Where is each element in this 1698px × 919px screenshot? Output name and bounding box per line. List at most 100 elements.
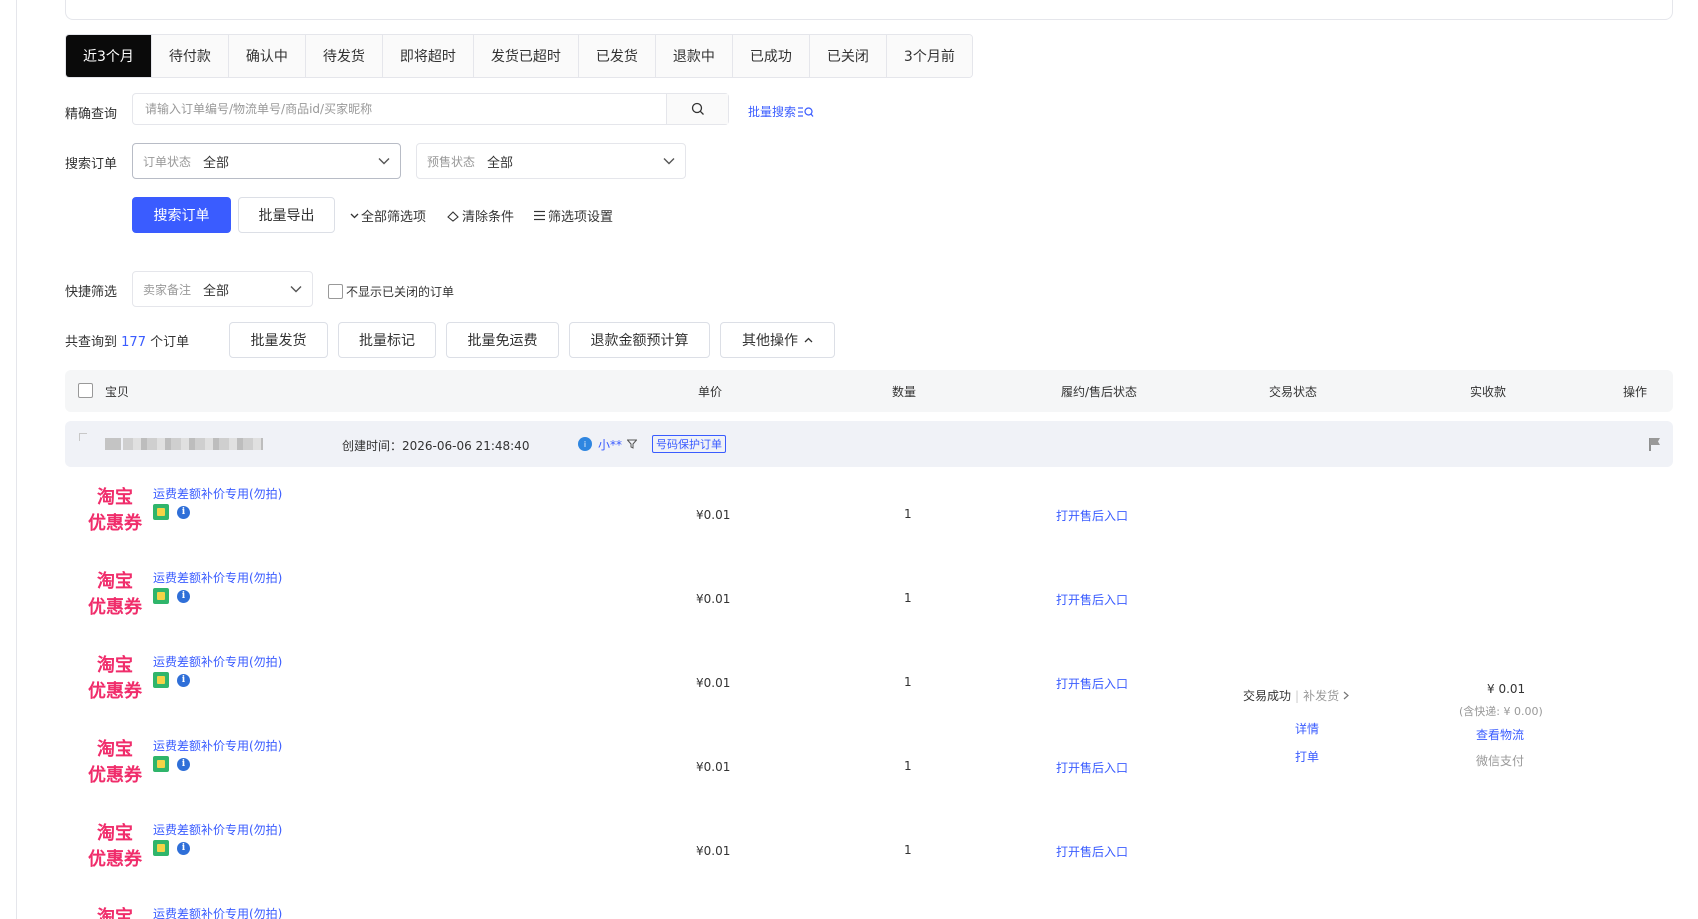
resend-link[interactable]: 补发货 <box>1303 687 1339 704</box>
product-row: 淘宝 优惠券 运费差额补价专用(勿拍) i ¥0.01 1 打开售后入口 <box>65 645 1673 729</box>
search-icon <box>691 102 704 115</box>
seller-note-value: 全部 <box>203 283 230 299</box>
product-icons: i <box>153 672 190 688</box>
filter-settings-link[interactable]: 筛选项设置 <box>533 206 613 225</box>
unit-price: ¥0.01 <box>696 760 731 774</box>
quantity: 1 <box>904 675 912 689</box>
eraser-icon <box>447 210 459 222</box>
print-link[interactable]: 打单 <box>1295 748 1319 765</box>
flag-icon[interactable] <box>1648 437 1662 452</box>
top-card-edge <box>65 0 1673 20</box>
batch-export-button[interactable]: 批量导出 <box>238 197 335 233</box>
batch-mark-button[interactable]: 批量标记 <box>338 322 436 358</box>
taobao-coupon-image[interactable]: 淘宝 优惠券 <box>83 821 147 873</box>
header-trade: 交易状态 <box>1269 385 1318 399</box>
chevron-down-icon <box>290 286 302 293</box>
after-sale-link[interactable]: 打开售后入口 <box>1056 591 1128 608</box>
info-icon[interactable]: i <box>177 757 190 771</box>
taobao-coupon-image[interactable]: 淘宝 优惠券 <box>83 653 147 705</box>
tab-3-months-ago[interactable]: 3个月前 <box>886 35 972 77</box>
product-row: 淘宝 优惠券 运费差额补价专用(勿拍) i ¥0.01 1 打开售后入口 <box>65 477 1673 561</box>
batch-search-label: 批量搜索 <box>748 105 797 119</box>
tab-about-to-timeout[interactable]: 即将超时 <box>382 35 474 77</box>
info-icon[interactable]: i <box>177 841 190 855</box>
result-summary: 共查询到 177 个订单 <box>65 331 189 350</box>
view-logistics-link[interactable]: 查看物流 <box>1476 726 1524 743</box>
detail-link[interactable]: 详情 <box>1295 720 1319 737</box>
tab-succeeded[interactable]: 已成功 <box>732 35 810 77</box>
tab-confirming[interactable]: 确认中 <box>228 35 306 77</box>
clear-conditions-label: 清除条件 <box>462 210 515 225</box>
batch-search-icon <box>798 106 814 117</box>
tab-recent-3-months[interactable]: 近3个月 <box>66 35 152 77</box>
info-icon[interactable]: i <box>177 505 190 519</box>
left-border <box>16 0 17 919</box>
tab-to-ship[interactable]: 待发货 <box>305 35 383 77</box>
after-sale-link[interactable]: 打开售后入口 <box>1056 759 1128 776</box>
info-icon[interactable]: i <box>177 589 190 603</box>
search-order-button[interactable]: 搜索订单 <box>132 197 231 233</box>
product-name[interactable]: 运费差额补价专用(勿拍) <box>153 485 282 502</box>
all-filters-link[interactable]: 全部筛选项 <box>350 206 426 225</box>
hide-closed-checkbox[interactable] <box>328 284 343 299</box>
presale-status-select[interactable]: 预售状态 全部 <box>416 143 686 179</box>
clear-conditions-link[interactable]: 清除条件 <box>447 206 514 225</box>
order-checkbox[interactable] <box>79 433 87 441</box>
gift-icon[interactable] <box>153 672 169 688</box>
batch-search-link[interactable]: 批量搜索 <box>748 103 814 120</box>
quick-filter-label: 快捷筛选 <box>65 285 118 300</box>
taobao-coupon-image[interactable]: 淘宝 优惠券 <box>83 569 147 621</box>
hide-closed-toggle[interactable]: 不显示已关闭的订单 <box>328 283 454 300</box>
product-name[interactable]: 运费差额补价专用(勿拍) <box>153 569 282 586</box>
seller-note-select[interactable]: 卖家备注 全部 <box>132 271 313 307</box>
product-name[interactable]: 运费差额补价专用(勿拍) <box>153 737 282 754</box>
product-name[interactable]: 运费差额补价专用(勿拍) <box>153 905 282 919</box>
product-row: 淘宝 优惠券 运费差额补价专用(勿拍) i ¥0.01 1 打开售后入口 <box>65 813 1673 897</box>
unit-price: ¥0.01 <box>696 508 731 522</box>
table-header: 宝贝 单价 数量 履约/售后状态 交易状态 实收款 操作 <box>65 370 1673 412</box>
buyer-nickname[interactable]: 小** <box>598 436 622 453</box>
gift-icon[interactable] <box>153 840 169 856</box>
after-sale-link[interactable]: 打开售后入口 <box>1056 843 1128 860</box>
gift-icon[interactable] <box>153 504 169 520</box>
result-suffix: 个订单 <box>150 335 190 350</box>
tab-pending-payment[interactable]: 待付款 <box>151 35 229 77</box>
header-ops: 操作 <box>1623 385 1648 399</box>
batch-free-shipping-button[interactable]: 批量免运费 <box>446 322 559 358</box>
result-prefix: 共查询到 <box>65 335 118 350</box>
after-sale-link[interactable]: 打开售后入口 <box>1056 675 1128 692</box>
product-name[interactable]: 运费差额补价专用(勿拍) <box>153 821 282 838</box>
gift-icon[interactable] <box>153 588 169 604</box>
taobao-coupon-image[interactable]: 淘宝 优惠券 <box>83 737 147 789</box>
search-icon-button[interactable] <box>666 94 728 124</box>
batch-ship-button[interactable]: 批量发货 <box>229 322 328 358</box>
header-price: 单价 <box>698 385 723 399</box>
tab-shipped[interactable]: 已发货 <box>578 35 656 77</box>
chevron-up-icon <box>804 337 813 343</box>
product-icons: i <box>153 588 190 604</box>
header-fulfil: 履约/售后状态 <box>1061 385 1138 399</box>
hide-closed-label: 不显示已关闭的订单 <box>346 285 455 299</box>
tab-closed[interactable]: 已关闭 <box>809 35 887 77</box>
refund-estimate-button[interactable]: 退款金额预计算 <box>569 322 710 358</box>
filter-settings-label: 筛选项设置 <box>548 210 614 225</box>
taobao-coupon-image[interactable]: 淘宝 优惠券 <box>83 485 147 537</box>
tab-ship-timeout[interactable]: 发货已超时 <box>473 35 579 77</box>
after-sale-link[interactable]: 打开售后入口 <box>1056 507 1128 524</box>
list-icon <box>534 210 545 221</box>
order-status-value: 全部 <box>203 155 230 171</box>
info-icon[interactable]: i <box>177 673 190 687</box>
chevron-right-icon <box>1343 691 1349 700</box>
gift-icon[interactable] <box>153 756 169 772</box>
tab-refunding[interactable]: 退款中 <box>655 35 733 77</box>
order-number-blurred <box>123 438 263 450</box>
taobao-coupon-image[interactable]: 淘宝 <box>83 905 147 919</box>
order-status-select[interactable]: 订单状态 全部 <box>132 143 401 179</box>
precise-search-input[interactable] <box>133 94 666 124</box>
select-all-checkbox[interactable] <box>78 383 93 398</box>
other-actions-button[interactable]: 其他操作 <box>720 322 835 358</box>
product-name[interactable]: 运费差额补价专用(勿拍) <box>153 653 282 670</box>
created-time: 创建时间：2026-06-06 21:48:40 <box>342 439 530 453</box>
filter-icon[interactable] <box>627 439 638 449</box>
chat-icon[interactable]: i <box>577 436 593 452</box>
